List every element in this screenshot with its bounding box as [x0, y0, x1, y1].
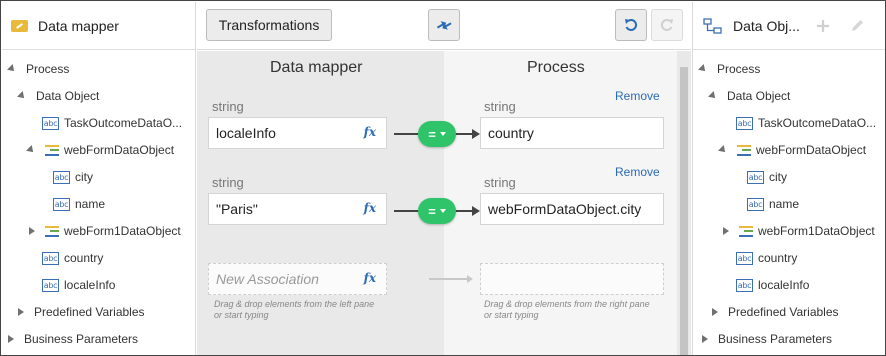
tree-node-webform1-data-object[interactable]: webForm1DataObject [27, 222, 181, 240]
right-panel-title: Data Obj... [733, 17, 800, 34]
redo-button[interactable] [651, 9, 683, 41]
collapse-arrow-icon[interactable] [702, 335, 708, 343]
expression-fx-icon[interactable]: fx [364, 125, 376, 139]
tree-node-city[interactable]: abc city [747, 168, 787, 186]
string-type-icon: abc [736, 278, 753, 292]
undo-icon [625, 18, 638, 31]
collapse-arrow-icon[interactable] [723, 227, 729, 235]
collapse-arrow-icon[interactable] [18, 308, 24, 316]
tree-node-name[interactable]: abc name [53, 195, 105, 213]
tree-node-business-parameters[interactable]: Business Parameters [700, 330, 832, 348]
redo-icon [660, 18, 673, 31]
source-column-title: Data mapper [270, 59, 363, 76]
data-object-icon [45, 144, 59, 156]
right-drop-hint: Drag & drop elements from the right pane… [484, 299, 650, 320]
swap-arrows-icon [436, 21, 452, 30]
remove-link[interactable]: Remove [615, 165, 660, 179]
add-icon[interactable] [815, 18, 831, 34]
mapper-toolbar: Transformations [197, 2, 691, 50]
left-drop-hint: Drag & drop elements from the left pane … [214, 299, 375, 320]
undo-button[interactable] [615, 9, 647, 41]
target-field[interactable]: country [480, 117, 664, 149]
expand-arrow-icon[interactable] [718, 145, 728, 155]
operator-pill[interactable]: = [418, 198, 456, 224]
tree-node-city[interactable]: abc city [53, 168, 93, 186]
tree-node-country[interactable]: abc country [42, 249, 103, 267]
data-object-icon [737, 144, 751, 156]
tree-node-webform1-data-object[interactable]: webForm1DataObject [721, 222, 875, 240]
tree-node-locale-info[interactable]: abc localeInfo [42, 276, 115, 294]
transformations-button[interactable]: Transformations [206, 9, 332, 41]
dropdown-caret-icon [439, 132, 446, 136]
tree-node-locale-info[interactable]: abc localeInfo [736, 276, 809, 294]
expression-fx-icon[interactable]: fx [364, 271, 376, 285]
source-field[interactable]: localeInfo fx [208, 117, 387, 149]
collapse-arrow-icon[interactable] [29, 227, 35, 235]
expression-fx-icon[interactable]: fx [364, 201, 376, 215]
new-target-drop-zone[interactable] [480, 263, 664, 295]
source-field[interactable]: "Paris" fx [208, 193, 387, 225]
left-panel-header: Data mapper [2, 2, 195, 50]
mapping-canvas: Data mapper Process string string Remove… [197, 51, 691, 355]
edit-pencil-icon[interactable] [849, 18, 865, 34]
tree-node-business-parameters[interactable]: Business Parameters [6, 330, 138, 348]
tree-node-data-object[interactable]: Data Object [17, 87, 99, 105]
string-type-icon: abc [736, 251, 753, 265]
operator-pill[interactable]: = [418, 121, 456, 147]
data-object-tree-icon [703, 17, 722, 34]
tree-node-process[interactable]: Process [698, 60, 760, 78]
expand-arrow-icon[interactable] [7, 64, 17, 74]
new-association-input[interactable]: New Association fx [208, 263, 387, 295]
tree-node-name[interactable]: abc name [747, 195, 799, 213]
string-type-icon: abc [736, 116, 753, 130]
string-type-icon: abc [747, 170, 764, 184]
tree-node-predefined-variables[interactable]: Predefined Variables [710, 303, 839, 321]
canvas-scrollbar[interactable] [677, 51, 691, 355]
string-type-icon: abc [747, 197, 764, 211]
tree-node-task-outcome[interactable]: abc TaskOutcomeDataO... [42, 114, 182, 132]
expand-arrow-icon[interactable] [698, 64, 708, 74]
target-type-label: string [484, 175, 516, 190]
source-type-label: string [212, 99, 244, 114]
swap-button[interactable] [428, 9, 460, 41]
string-type-icon: abc [53, 197, 70, 211]
remove-link[interactable]: Remove [615, 89, 660, 103]
collapse-arrow-icon[interactable] [8, 335, 14, 343]
target-type-label: string [484, 99, 516, 114]
collapse-arrow-icon[interactable] [712, 308, 718, 316]
source-type-label: string [212, 175, 244, 190]
dropdown-caret-icon [439, 209, 446, 213]
tree-node-process[interactable]: Process [7, 60, 69, 78]
expand-arrow-icon[interactable] [708, 91, 718, 101]
tree-node-country[interactable]: abc country [736, 249, 797, 267]
tree-node-predefined-variables[interactable]: Predefined Variables [16, 303, 145, 321]
data-mapper-window: Data mapper Process Data Object abc Task… [0, 0, 886, 356]
string-type-icon: abc [53, 170, 70, 184]
left-panel-title: Data mapper [38, 17, 119, 34]
target-column-title: Process [527, 59, 585, 76]
left-panel: Data mapper Process Data Object abc Task… [2, 2, 196, 355]
expand-arrow-icon[interactable] [26, 145, 36, 155]
scroll-thumb[interactable] [680, 67, 688, 355]
data-object-icon [45, 225, 59, 237]
target-field[interactable]: webFormDataObject.city [480, 193, 664, 225]
tree-node-task-outcome[interactable]: abc TaskOutcomeDataO... [736, 114, 876, 132]
tree-node-webform-data-object[interactable]: webFormDataObject [718, 141, 866, 159]
string-type-icon: abc [42, 278, 59, 292]
tree-node-webform-data-object[interactable]: webFormDataObject [26, 141, 174, 159]
expand-arrow-icon[interactable] [17, 91, 27, 101]
data-object-icon [739, 225, 753, 237]
string-type-icon: abc [42, 251, 59, 265]
tree-node-data-object[interactable]: Data Object [708, 87, 790, 105]
string-type-icon: abc [42, 116, 59, 130]
pending-connector [429, 275, 473, 283]
right-panel-header: Data Obj... [693, 2, 885, 50]
right-panel: Data Obj... Process Data Object abc Task… [692, 2, 885, 355]
data-mapper-icon [11, 19, 28, 32]
